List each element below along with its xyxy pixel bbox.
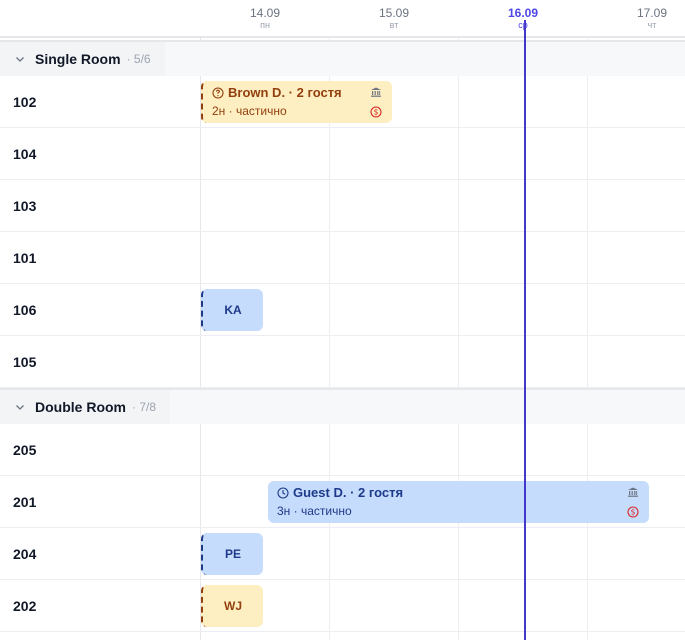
day-of-week: пн (260, 20, 270, 30)
day-date: 16.09 (507, 6, 539, 20)
group-count: · 7/8 (132, 400, 157, 414)
booking-guest[interactable]: Guest D. · 2 гостя 3н · частично $ (268, 481, 649, 523)
room-row[interactable]: 106 (0, 284, 685, 336)
group-header-single: Single Room · 5/6 (0, 40, 685, 76)
today-indicator (524, 20, 526, 640)
day-date: 14.09 (249, 6, 281, 20)
room-row[interactable]: 104 (0, 128, 685, 180)
group-count: · 5/6 (126, 52, 151, 66)
booking-pe[interactable]: PE (201, 533, 263, 575)
day-header-1[interactable]: 15.09 вт (330, 6, 458, 31)
day-header-today[interactable]: 16.09 ср (459, 6, 587, 31)
booking-wj[interactable]: WJ (201, 585, 263, 627)
room-number: 201 (0, 476, 200, 527)
booking-ka[interactable]: KA (201, 289, 263, 331)
room-row[interactable]: 204 (0, 528, 685, 580)
question-circle-icon (212, 86, 224, 99)
room-row[interactable]: 101 (0, 232, 685, 284)
group-toggle[interactable]: Single Room · 5/6 (0, 42, 165, 76)
chevron-down-icon (16, 405, 24, 410)
chevron-down-icon (16, 57, 24, 62)
dollar-circle-icon: $ (370, 106, 382, 118)
room-number: 204 (0, 528, 200, 579)
dollar-circle-icon: $ (627, 506, 639, 518)
booking-calendar: 14.09 пн 15.09 вт 16.09 ср 17.09 чт Sing… (0, 0, 685, 640)
svg-text:$: $ (374, 108, 379, 117)
group-toggle[interactable]: Double Room · 7/8 (0, 390, 171, 424)
booking-brown[interactable]: Brown D. · 2 гостя 2н · частично $ (201, 81, 392, 123)
booking-title-text: Guest D. · 2 гостя (293, 485, 404, 500)
room-number: 101 (0, 232, 200, 283)
room-row[interactable]: 103 (0, 180, 685, 232)
calendar-header: 14.09 пн 15.09 вт 16.09 ср 17.09 чт (0, 0, 685, 38)
group-header-double: Double Room · 7/8 (0, 388, 685, 424)
svg-text:$: $ (631, 508, 636, 517)
room-row[interactable]: 205 (0, 424, 685, 476)
room-number: 102 (0, 76, 200, 127)
group-name: Single Room (35, 51, 121, 67)
day-header-0[interactable]: 14.09 пн (201, 6, 329, 31)
day-of-week: вт (389, 20, 399, 30)
day-date: 17.09 (636, 6, 668, 20)
day-of-week: чт (647, 20, 657, 30)
day-of-week: ср (518, 20, 528, 30)
room-number: 202 (0, 580, 200, 631)
room-number: 105 (0, 336, 200, 387)
room-number: 106 (0, 284, 200, 335)
booking-title: Guest D. · 2 гостя (277, 485, 403, 500)
room-number: 205 (0, 424, 200, 475)
day-header-3[interactable]: 17.09 чт (588, 6, 685, 31)
bank-icon (628, 487, 638, 497)
booking-title-text: Brown D. · 2 гостя (228, 85, 342, 100)
room-number: 104 (0, 128, 200, 179)
room-number: 103 (0, 180, 200, 231)
clock-icon (277, 486, 289, 499)
day-date: 15.09 (378, 6, 410, 20)
room-row[interactable]: 202 (0, 580, 685, 632)
booking-title: Brown D. · 2 гостя (212, 85, 342, 100)
bank-icon (371, 87, 381, 97)
group-name: Double Room (35, 399, 126, 415)
booking-subtitle: 2н · частично (212, 104, 287, 118)
room-row[interactable]: 105 (0, 336, 685, 388)
booking-subtitle: 3н · частично (277, 504, 352, 518)
